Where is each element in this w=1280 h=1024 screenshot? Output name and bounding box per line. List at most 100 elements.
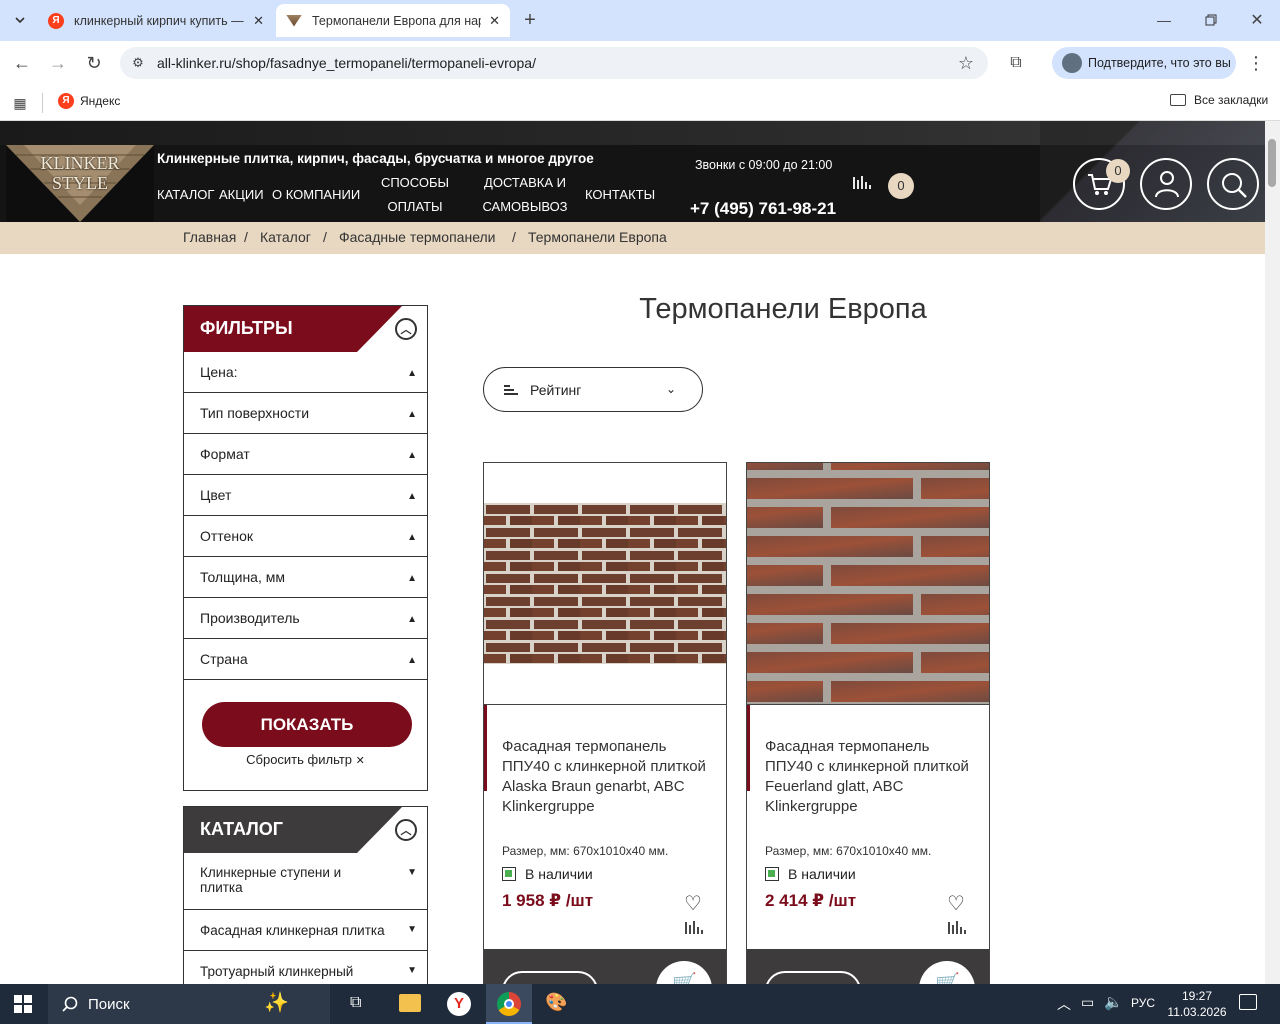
nav-promo[interactable]: АКЦИИ [219, 183, 264, 207]
reset-filter-link[interactable]: Сбросить фильтр ✕ [184, 752, 427, 767]
breadcrumb-separator: / [323, 229, 327, 245]
show-button[interactable]: ПОКАЗАТЬ [202, 702, 412, 747]
menu-icon[interactable]: ⋮ [1246, 51, 1266, 75]
catalog-item[interactable]: Клинкерные ступени и плитка ▼ [184, 853, 427, 910]
chrome-taskbar-button[interactable] [486, 984, 532, 1024]
filter-surface[interactable]: Тип поверхности ▲ [184, 393, 427, 434]
tab-title: Термопанели Европа для нар [312, 13, 482, 28]
paint-icon[interactable]: 🎨 [545, 992, 571, 1016]
reload-icon[interactable]: ↻ [82, 51, 106, 75]
sort-label: Рейтинг [530, 381, 582, 398]
chevron-up-icon: ▲ [407, 450, 417, 461]
volume-icon[interactable]: 🔈 [1104, 993, 1123, 1011]
heart-icon[interactable]: ♡ [947, 891, 965, 916]
product-size: Размер, мм: 670х1010х40 мм. [502, 844, 669, 858]
clock[interactable]: 19:27 11.03.2026 [1166, 988, 1228, 1020]
task-view-icon[interactable]: ⧉ [350, 994, 361, 1012]
chevron-up-icon[interactable]: ︿ [1057, 994, 1071, 1014]
close-icon[interactable]: ✕ [489, 13, 500, 29]
heart-icon[interactable]: ♡ [684, 891, 702, 916]
taskbar-search[interactable]: Поиск ✨ [48, 984, 330, 1024]
file-explorer-icon[interactable] [399, 994, 421, 1012]
compare-icon[interactable] [685, 920, 703, 941]
window-close-icon[interactable]: ✕ [1243, 8, 1271, 32]
minimize-icon[interactable]: — [1150, 8, 1178, 32]
compare-icon[interactable] [948, 920, 966, 941]
chevron-down-icon: ▼ [407, 924, 417, 935]
yandex-favicon-icon: Я [48, 12, 64, 29]
close-icon[interactable]: ✕ [253, 13, 264, 29]
breadcrumb-catalog[interactable]: Каталог [260, 229, 311, 245]
nav-contacts[interactable]: КОНТАКТЫ [585, 183, 655, 207]
tab-inactive[interactable]: Я клинкерный кирпич купить — ✕ [38, 4, 274, 37]
compare-icon[interactable] [853, 175, 871, 191]
network-icon[interactable]: ▭ [1081, 994, 1094, 1011]
chrome-icon [497, 992, 521, 1016]
site-search-button[interactable] [1207, 158, 1259, 210]
forward-icon[interactable]: → [46, 51, 70, 75]
breadcrumb-facade-panels[interactable]: Фасадные термопанели [339, 229, 496, 245]
bookmark-star-icon[interactable]: ☆ [954, 51, 978, 75]
filter-manufacturer[interactable]: Производитель ▲ [184, 598, 427, 639]
phone-number[interactable]: +7 (495) 761-98-21 [690, 199, 836, 219]
sort-icon [504, 384, 518, 395]
product-image[interactable] [747, 463, 989, 704]
sort-select[interactable]: Рейтинг ⌄ [483, 367, 703, 412]
product-card[interactable]: Фасадная термопанель ППУ40 с клинкерной … [746, 462, 990, 992]
product-title[interactable]: Фасадная термопанель ППУ40 с клинкерной … [765, 737, 975, 817]
filter-format[interactable]: Формат ▲ [184, 434, 427, 475]
scrollbar-thumb[interactable] [1268, 139, 1276, 187]
folder-icon [1170, 94, 1186, 106]
profile-verify-button[interactable]: Подтвердите, что это вы [1052, 47, 1236, 79]
page-title: Термопанели Европа [639, 293, 927, 325]
product-title[interactable]: Фасадная термопанель ППУ40 с клинкерной … [502, 737, 712, 817]
filter-country[interactable]: Страна ▲ [184, 639, 427, 680]
url-text[interactable]: all-klinker.ru/shop/fasadnye_termopaneli… [157, 55, 536, 71]
nav-about[interactable]: О КОМПАНИИ [272, 183, 360, 207]
nav-payment[interactable]: СПОСОБЫ ОПЛАТЫ [374, 171, 456, 219]
filter-color[interactable]: Цвет ▲ [184, 475, 427, 516]
filter-label: Цвет [200, 487, 232, 503]
address-bar[interactable]: ⚙ all-klinker.ru/shop/fasadnye_termopane… [120, 47, 988, 79]
taskbar-search-label: Поиск [88, 995, 130, 1013]
account-button[interactable] [1140, 158, 1192, 210]
windows-start-icon[interactable] [14, 995, 32, 1018]
breadcrumb-home[interactable]: Главная [183, 229, 236, 245]
catalog-header[interactable]: КАТАЛОГ ︿ [184, 807, 427, 853]
collapse-icon[interactable]: ︿ [395, 318, 417, 340]
catalog-item[interactable]: Фасадная клинкерная плитка ▼ [184, 910, 427, 951]
back-icon[interactable]: ← [10, 51, 34, 75]
new-tab-icon[interactable]: + [518, 8, 542, 32]
bookmark-yandex[interactable]: Я Яндекс [58, 93, 120, 109]
clock-date: 11.03.2026 [1167, 1005, 1227, 1019]
extensions-icon[interactable]: ⧉ [1004, 51, 1028, 75]
site-favicon-icon [286, 14, 302, 27]
restore-icon[interactable] [1197, 8, 1225, 32]
chevron-up-icon: ▲ [407, 573, 417, 584]
filter-price[interactable]: Цена: ▲ [184, 352, 427, 393]
product-price: 2 414 ₽ /шт [765, 891, 857, 910]
yandex-browser-icon[interactable]: Y [447, 992, 471, 1016]
apps-grid-icon[interactable]: ▦ [10, 93, 30, 113]
collapse-icon[interactable]: ︿ [395, 819, 417, 841]
tab-active[interactable]: Термопанели Европа для нар ✕ [276, 4, 510, 37]
filter-thickness[interactable]: Толщина, мм ▲ [184, 557, 427, 598]
tab-search-icon[interactable] [8, 8, 32, 32]
taskbar: Поиск ✨ ⧉ Y 🎨 ︿ ▭ 🔈 РУС 19:27 11.03.2026 [0, 984, 1280, 1024]
logo[interactable]: KLINKER STYLE [6, 145, 154, 222]
product-image[interactable] [484, 503, 726, 664]
filter-shade[interactable]: Оттенок ▲ [184, 516, 427, 557]
language-indicator[interactable]: РУС [1131, 996, 1155, 1010]
product-card[interactable]: Фасадная термопанель ППУ40 с клинкерной … [483, 462, 727, 992]
nav-catalog[interactable]: КАТАЛОГ [157, 183, 214, 207]
stock-status: В наличии [502, 866, 593, 882]
page-scrollbar[interactable] [1265, 121, 1280, 984]
all-bookmarks[interactable]: Все закладки [1170, 93, 1268, 107]
nav-delivery[interactable]: ДОСТАВКА И САМОВЫВОЗ [478, 171, 572, 219]
clock-time: 19:27 [1181, 989, 1213, 1003]
notifications-icon[interactable] [1239, 994, 1257, 1010]
site-info-icon[interactable]: ⚙ [128, 53, 148, 73]
filters-header[interactable]: ФИЛЬТРЫ ︿ [184, 306, 427, 352]
divider [42, 93, 43, 113]
stock-label: В наличии [525, 866, 593, 882]
